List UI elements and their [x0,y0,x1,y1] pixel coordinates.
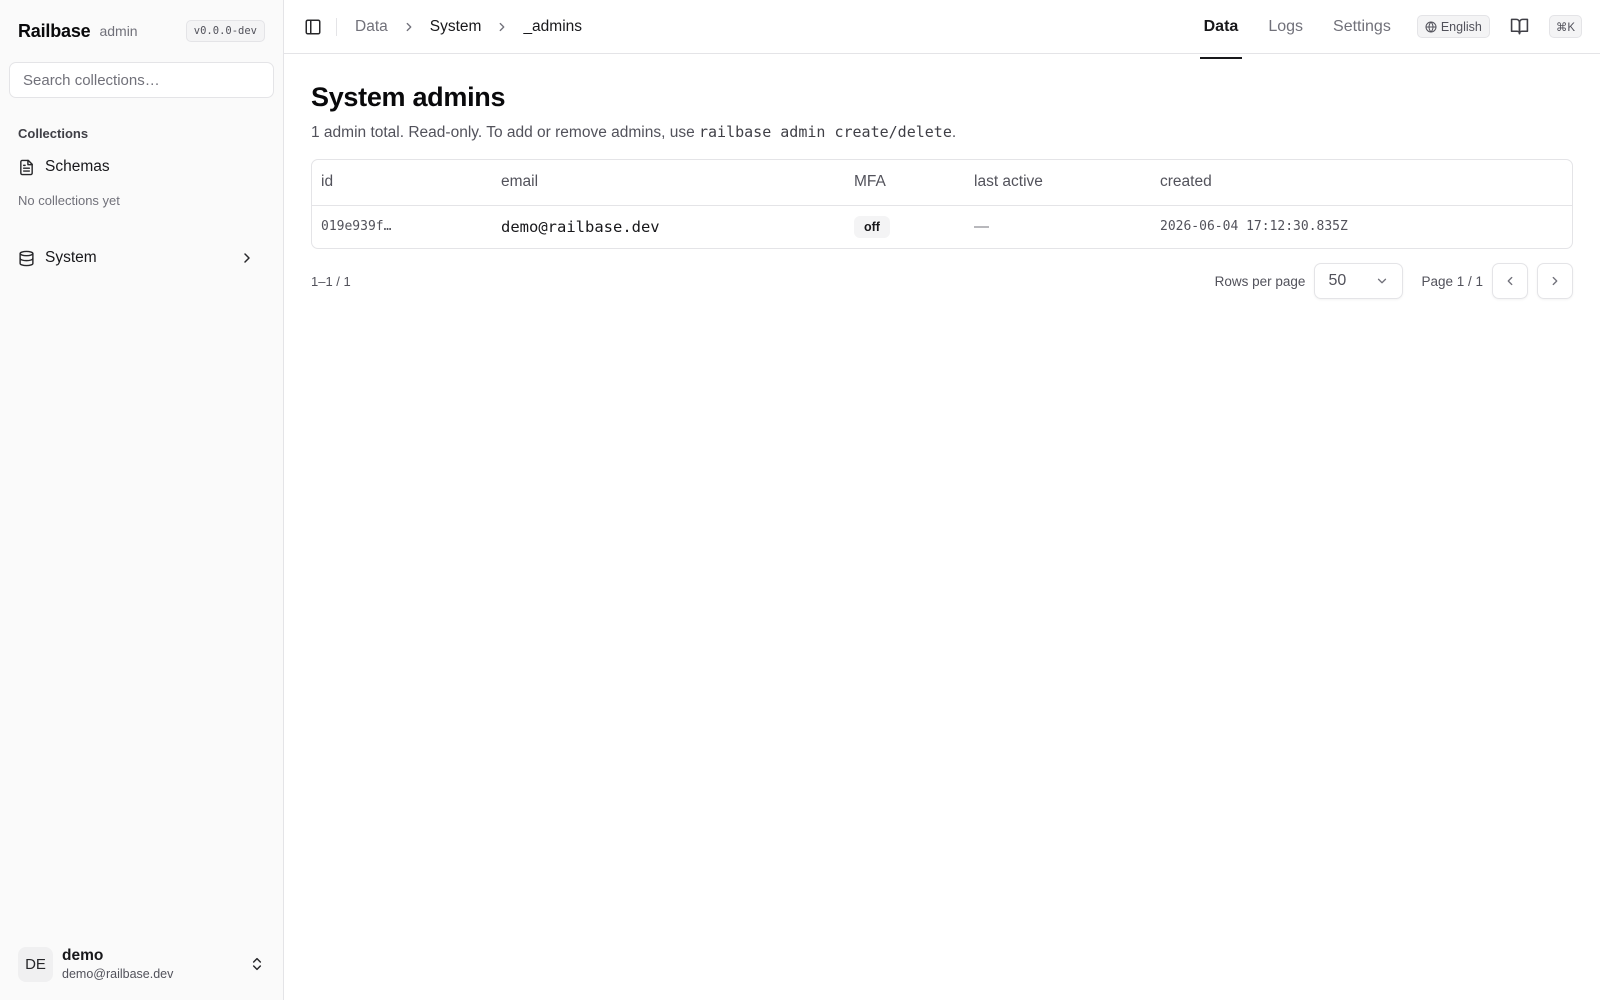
tab-settings[interactable]: Settings [1329,0,1395,54]
sidebar-item-label: Schemas [45,158,110,175]
page-subtitle: 1 admin total. Read-only. To add or remo… [311,123,1573,142]
top-navigation: Data Logs Settings English ⌘K [1178,0,1582,59]
pagination: 1–1 / 1 Rows per page 50 Page 1 / 1 [311,263,1573,299]
mfa-status-badge: off [854,215,890,238]
cell-id: 019e939f… [321,219,392,235]
brand-logo[interactable]: Railbase [18,21,91,42]
cell-last-active: — [974,218,989,236]
topbar: Data System _admins Data Logs Settings E… [284,0,1600,59]
book-open-icon [1510,18,1529,35]
globe-icon [1425,21,1437,32]
subtitle-text: 1 admin total. Read-only. To add or remo… [311,124,699,141]
brand-subtitle: admin [99,23,138,39]
language-label: English [1440,19,1482,34]
chevron-right-icon [244,253,250,263]
language-switcher[interactable]: English [1416,15,1490,38]
admins-table: id email MFA last active created 019e939… [311,159,1573,249]
table-row[interactable]: 019e939f… demo@railbase.dev off — 2026-0… [312,205,1572,248]
sidebar: Railbase admin v0.0.0-dev Collections Sc… [0,0,284,1000]
column-header-mfa: MFA [845,160,965,206]
rows-per-page-label: Rows per page [1214,273,1306,289]
chevron-down-icon [1378,278,1387,284]
page-content: System admins 1 admin total. Read-only. … [284,54,1600,299]
breadcrumb: Data System _admins [355,18,582,36]
breadcrumb-system[interactable]: System [430,18,482,36]
database-icon [19,250,34,266]
page-title: System admins [311,82,506,112]
user-menu[interactable]: DE demo demo@railbase.dev [0,928,283,1000]
chevrons-up-down-icon[interactable] [249,956,265,972]
chevron-right-icon [406,22,412,31]
sidebar-toggle-icon[interactable] [304,18,322,36]
next-page-button[interactable] [1537,263,1573,299]
empty-collections-text: No collections yet [18,193,120,208]
pagination-range: 1–1 / 1 [311,273,351,289]
avatar: DE [18,946,53,982]
user-name: demo [62,947,104,964]
app-shell: Railbase admin v0.0.0-dev Collections Sc… [0,0,1600,1000]
user-info: demo demo@railbase.dev [62,947,173,981]
pagination-controls: Rows per page 50 Page 1 / 1 [1215,263,1573,299]
tab-data[interactable]: Data [1199,0,1243,59]
topbar-divider [336,17,337,36]
cell-email: demo@railbase.dev [501,217,660,236]
chevron-right-icon [500,22,505,31]
chevron-right-icon [1552,276,1558,286]
subtitle-suffix: . [951,124,957,141]
file-text-icon [20,159,33,175]
table-header-row: id email MFA last active created [312,160,1572,206]
sidebar-item-system[interactable]: System [9,240,274,276]
sidebar-header: Railbase admin v0.0.0-dev [0,0,283,62]
column-header-id: id [312,160,492,206]
search-input[interactable] [23,71,260,89]
column-header-email: email [492,160,845,206]
column-header-last-active: last active [965,160,1151,206]
sidebar-item-schemas[interactable]: Schemas [9,149,274,185]
cell-created: 2026-06-04 17:12:30.835Z [1160,219,1348,235]
subtitle-command: railbase admin create/delete [699,123,952,141]
docs-button[interactable] [1510,17,1529,36]
search-box [9,62,274,98]
chevron-left-icon [1507,276,1513,286]
rows-per-page-select[interactable]: 50 [1314,263,1404,299]
page-indicator: Page 1 / 1 [1421,273,1483,289]
user-email: demo@railbase.dev [62,967,174,981]
cell-mfa: off [845,205,965,248]
breadcrumb-admins: _admins [523,17,583,35]
column-header-created: created [1151,160,1572,206]
rows-per-page-value: 50 [1328,272,1347,289]
previous-page-button[interactable] [1492,263,1528,299]
collections-section-label: Collections [18,126,89,141]
main-panel: Data System _admins Data Logs Settings E… [284,0,1600,1000]
breadcrumb-data[interactable]: Data [355,18,388,36]
sidebar-item-label: System [45,249,97,266]
command-palette-shortcut[interactable]: ⌘K [1548,15,1582,38]
tab-logs[interactable]: Logs [1264,0,1307,54]
version-badge: v0.0.0-dev [185,20,265,42]
